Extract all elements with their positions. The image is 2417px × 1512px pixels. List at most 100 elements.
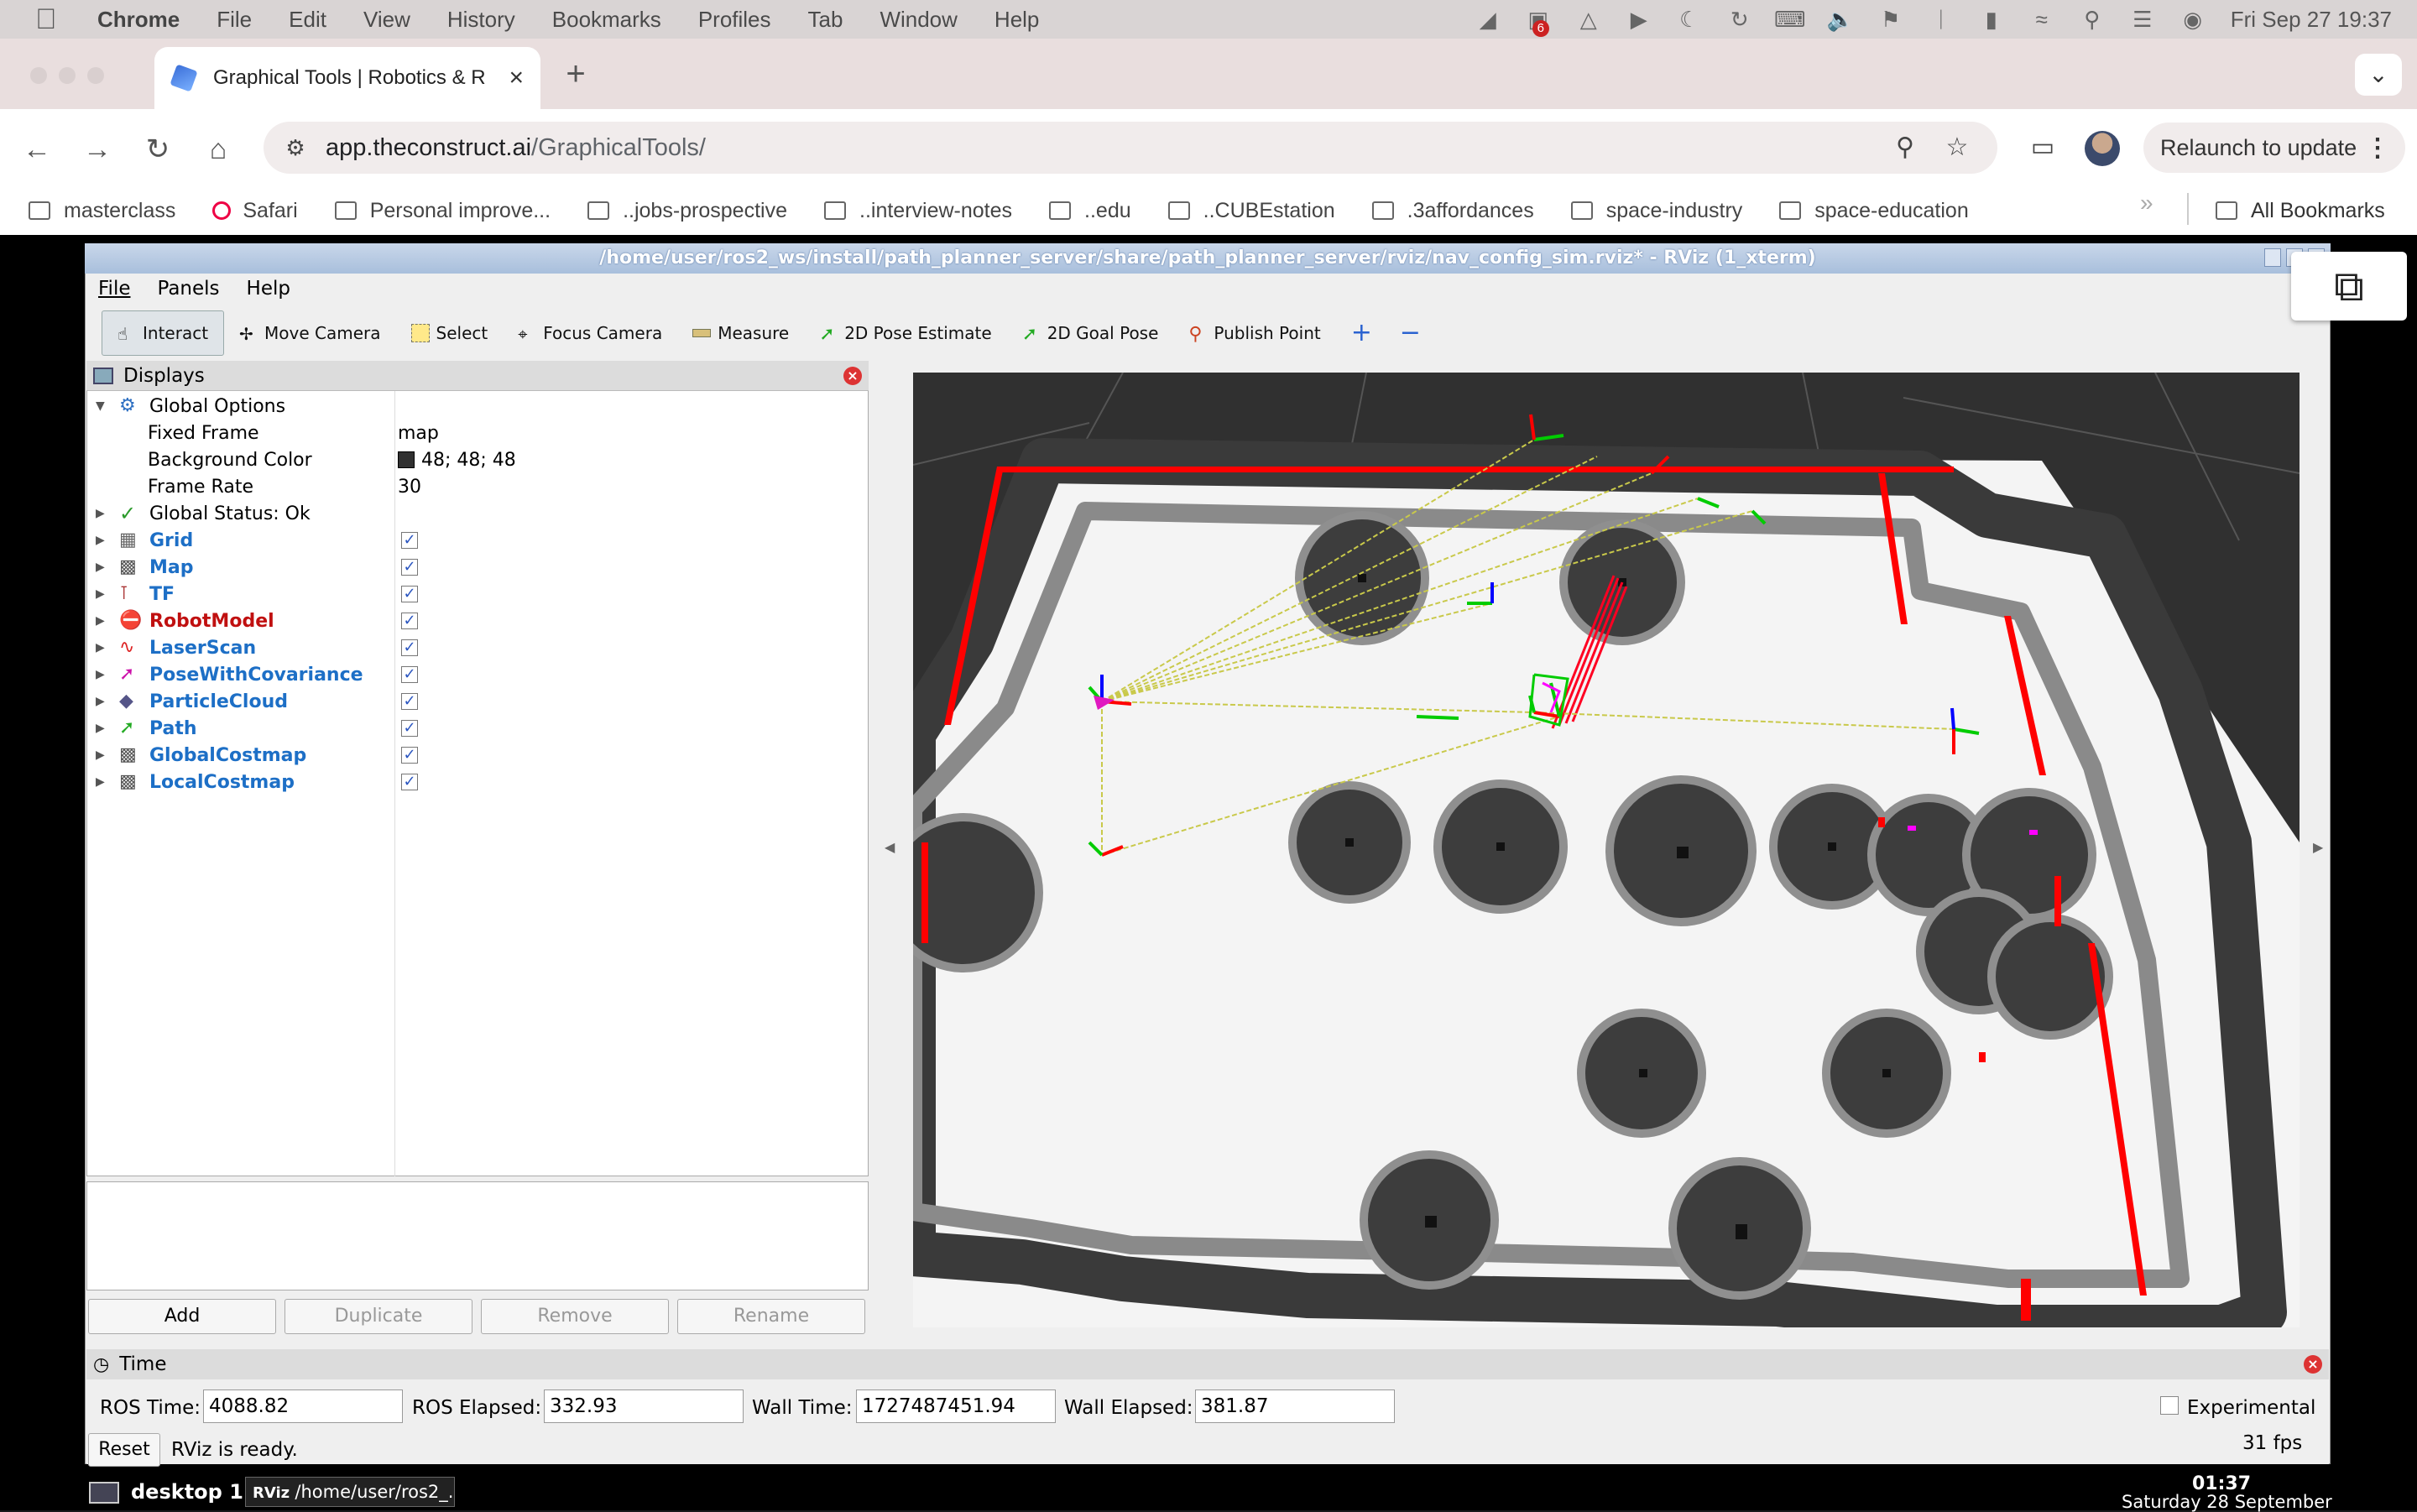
tree-row-globalcostmap[interactable]: ▶ ▩ GlobalCostmap ✓: [87, 742, 868, 769]
expand-arrow-icon[interactable]: ▶: [96, 775, 105, 789]
desktop-menu-icon[interactable]: [89, 1482, 119, 1504]
bookmark-item[interactable]: Personal improve...: [334, 199, 551, 223]
expand-arrow-icon[interactable]: ▶: [96, 695, 105, 708]
rviz-title-bar[interactable]: /home/user/ros2_ws/install/path_planner_…: [85, 243, 2331, 274]
display-enabled-checkbox[interactable]: ✓: [401, 774, 418, 790]
rviz-minimize-button[interactable]: [2264, 248, 2281, 267]
menu-bookmarks[interactable]: Bookmarks: [552, 7, 661, 33]
tool-move-camera[interactable]: ✢ Move Camera: [224, 310, 395, 356]
menu-clock[interactable]: Fri Sep 27 19:37: [2231, 7, 2392, 33]
display-enabled-checkbox[interactable]: ✓: [401, 666, 418, 683]
tree-row-tf[interactable]: ▶ ⊺ TF ✓: [87, 581, 868, 607]
zoom-icon[interactable]: ⚲: [1888, 131, 1922, 164]
ros-elapsed-field[interactable]: 332.93: [544, 1389, 744, 1423]
bookmark-item[interactable]: ..edu: [1049, 199, 1131, 223]
menu-file[interactable]: File: [217, 7, 252, 33]
tree-row-robotmodel[interactable]: ▶ ⛔ RobotModel ✓: [87, 607, 868, 634]
rviz-menu-file[interactable]: File: [98, 278, 131, 300]
browser-tab-active[interactable]: Graphical Tools | Robotics & R ×: [154, 47, 540, 109]
remove-tool-button[interactable]: −: [1385, 310, 1433, 356]
tree-row-path[interactable]: ▶ ➚ Path ✓: [87, 715, 868, 742]
back-button[interactable]: ←: [18, 131, 55, 168]
expand-arrow-icon[interactable]: ▼: [96, 399, 105, 413]
menu-help[interactable]: Help: [994, 7, 1039, 33]
expand-arrow-icon[interactable]: ▶: [96, 668, 105, 681]
flag-icon[interactable]: ⚑: [1878, 7, 1903, 32]
tree-row-fixed-frame[interactable]: Fixed Frame map: [87, 420, 868, 446]
tree-row-particlecloud[interactable]: ▶ ◆ ParticleCloud ✓: [87, 688, 868, 715]
wall-elapsed-field[interactable]: 381.87: [1195, 1389, 1395, 1423]
address-bar[interactable]: ⚙ app.theconstruct.ai/GraphicalTools/: [264, 122, 1997, 174]
new-tab-button[interactable]: +: [557, 55, 594, 92]
workspace-label[interactable]: desktop 1: [131, 1480, 243, 1504]
tree-row-map[interactable]: ▶ ▩ Map ✓: [87, 554, 868, 581]
displays-close-icon[interactable]: ×: [843, 366, 862, 385]
ros-time-field[interactable]: 4088.82: [203, 1389, 403, 1423]
bookmark-item[interactable]: Safari: [212, 199, 298, 223]
expand-arrow-icon[interactable]: ▶: [96, 748, 105, 762]
expand-arrow-icon[interactable]: ▶: [96, 722, 105, 735]
display-enabled-checkbox[interactable]: ✓: [401, 613, 418, 629]
tree-row-grid[interactable]: ▶ ▦ Grid ✓: [87, 527, 868, 554]
all-bookmarks-button[interactable]: All Bookmarks: [2216, 186, 2385, 235]
bookmark-item[interactable]: masterclass: [29, 199, 175, 223]
rviz-3d-viewport[interactable]: [913, 373, 2300, 1327]
tool-2d-goal-pose[interactable]: ➚ 2D Goal Pose: [1007, 310, 1174, 356]
menu-history[interactable]: History: [447, 7, 515, 33]
tool-interact[interactable]: ☝ Interact: [102, 310, 225, 356]
notification-icon[interactable]: ▣ 6: [1526, 7, 1551, 37]
viewport-collapse-right-icon[interactable]: ▶: [2313, 839, 2323, 856]
volume-icon[interactable]: 🔈: [1827, 7, 1854, 32]
add-display-button[interactable]: Add: [88, 1299, 276, 1334]
bookmark-item[interactable]: ..interview-notes: [824, 199, 1012, 223]
keyboard-icon[interactable]: ⌨: [1774, 7, 1806, 32]
tool-publish-point[interactable]: ⚲ Publish Point: [1173, 310, 1335, 356]
tree-row-localcostmap[interactable]: ▶ ▩ LocalCostmap ✓: [87, 769, 868, 795]
tree-row-laserscan[interactable]: ▶ ∿ LaserScan ✓: [87, 634, 868, 661]
display-enabled-checkbox[interactable]: ✓: [401, 693, 418, 710]
display-enabled-checkbox[interactable]: ✓: [401, 639, 418, 656]
rviz-menu-help[interactable]: Help: [247, 278, 290, 300]
bookmark-item[interactable]: ..jobs-prospective: [587, 199, 787, 223]
rviz-menu-panels[interactable]: Panels: [158, 278, 220, 300]
tool-select[interactable]: Select: [396, 310, 504, 356]
tab-search-button[interactable]: ⌄: [2355, 54, 2402, 96]
reset-button[interactable]: Reset: [88, 1433, 160, 1467]
window-close-button[interactable]: [30, 67, 47, 84]
siri-icon[interactable]: ◉: [2180, 7, 2206, 32]
menu-edit[interactable]: Edit: [289, 7, 326, 33]
menu-view[interactable]: View: [363, 7, 410, 33]
display-enabled-checkbox[interactable]: ✓: [401, 532, 418, 549]
rename-display-button[interactable]: Rename: [677, 1299, 865, 1334]
fixed-frame-value[interactable]: map: [398, 423, 439, 444]
wall-time-field[interactable]: 1727487451.94: [856, 1389, 1056, 1423]
tree-row-background-color[interactable]: Background Color 48; 48; 48: [87, 446, 868, 473]
bookmark-item[interactable]: space-education: [1779, 199, 1969, 223]
bookmark-item[interactable]: .3affordances: [1371, 199, 1534, 223]
expand-arrow-icon[interactable]: ▶: [96, 641, 105, 654]
tree-row-frame-rate[interactable]: Frame Rate 30: [87, 473, 868, 500]
spotlight-icon[interactable]: ⚲: [2080, 7, 2105, 32]
tree-row-posewithcovariance[interactable]: ▶ ➚ PoseWithCovariance ✓: [87, 661, 868, 688]
tool-2d-pose-estimate[interactable]: ➚ 2D Pose Estimate: [804, 310, 1007, 356]
display-enabled-checkbox[interactable]: ✓: [401, 559, 418, 576]
bookmark-item[interactable]: space-industry: [1570, 199, 1742, 223]
bluetooth-icon[interactable]: ᛁ: [1929, 7, 1954, 32]
expand-arrow-icon[interactable]: ▶: [96, 614, 105, 628]
app-status-icon[interactable]: ◢: [1475, 7, 1501, 32]
tool-measure[interactable]: Measure: [677, 310, 804, 356]
add-tool-button[interactable]: +: [1336, 310, 1385, 356]
home-button[interactable]: ⌂: [200, 131, 237, 168]
tree-row-global-status[interactable]: ▶ ✓ Global Status: Ok: [87, 500, 868, 527]
background-color-value[interactable]: 48; 48; 48: [398, 450, 516, 471]
menu-window[interactable]: Window: [880, 7, 957, 33]
wifi-icon[interactable]: ≈: [2029, 7, 2054, 32]
tab-close-icon[interactable]: ×: [509, 64, 524, 92]
expand-arrow-icon[interactable]: ▶: [96, 507, 105, 520]
frame-rate-value[interactable]: 30: [398, 477, 421, 498]
bookmark-item[interactable]: ..CUBEstation: [1167, 199, 1335, 223]
window-minimize-button[interactable]: [59, 67, 76, 84]
remove-display-button[interactable]: Remove: [481, 1299, 669, 1334]
play-icon[interactable]: ▶: [1626, 7, 1652, 32]
reload-button[interactable]: ↻: [139, 131, 176, 168]
